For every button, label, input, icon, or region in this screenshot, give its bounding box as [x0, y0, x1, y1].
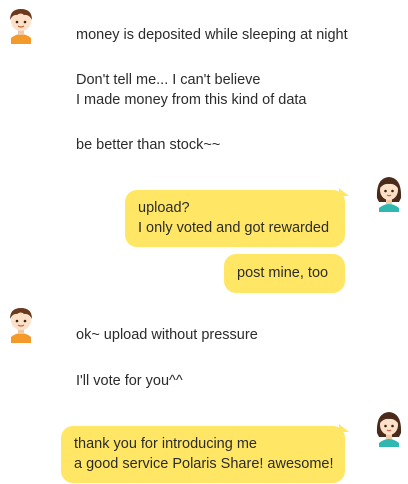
message-text: I only voted and got rewarded — [138, 220, 330, 236]
outgoing-message-bubble: post mine, too — [224, 254, 345, 293]
message-text: be better than stock~~ — [76, 137, 221, 153]
message-text: post mine, too — [237, 265, 329, 281]
message-text: thank you for introducing me — [74, 436, 257, 452]
outgoing-message-bubble: thank you for introducing me a good serv… — [61, 426, 345, 483]
message-text: I made money from this kind of data — [76, 92, 307, 108]
boy-avatar-icon — [4, 303, 38, 343]
message-text: ok~ upload without pressure — [76, 327, 258, 343]
message-text: a good service Polaris Share! awesome! — [74, 456, 334, 472]
girl-avatar-icon — [372, 172, 406, 212]
outgoing-message-bubble: upload? I only voted and got rewarded — [125, 190, 345, 247]
message-text: I'll vote for you^^ — [76, 373, 183, 389]
message-text: upload? — [138, 200, 190, 216]
bubble-tail — [339, 188, 349, 196]
message-text: money is deposited while sleeping at nig… — [76, 27, 348, 43]
bubble-tail — [339, 424, 349, 432]
boy-avatar-icon — [4, 4, 38, 44]
message-text: Don't tell me... I can't believe — [76, 72, 261, 88]
girl-avatar-icon — [372, 407, 406, 447]
